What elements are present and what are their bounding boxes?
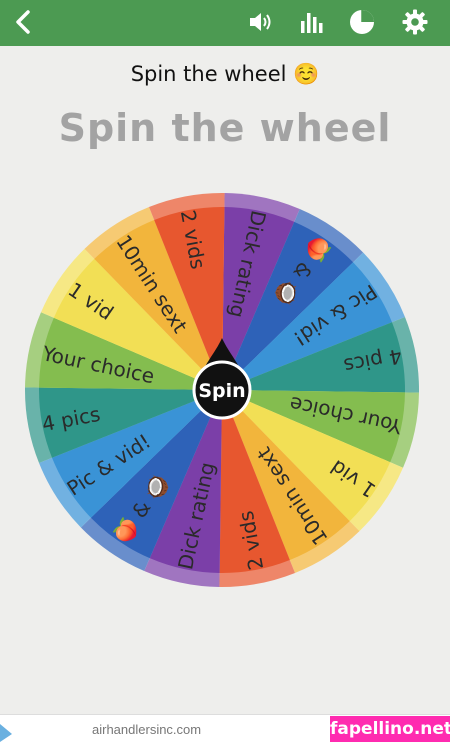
ad-choices-icon[interactable] [0, 720, 14, 742]
ad-domain[interactable]: airhandlersinc.com [92, 722, 201, 737]
ad-brand-label[interactable]: fapellino.net [330, 716, 450, 742]
spin-button-label[interactable]: Spin [198, 380, 245, 402]
spin-wheel[interactable]: Dick rating 🍑 & 🥥Pic & vid!4 picsYour cho… [0, 0, 450, 742]
